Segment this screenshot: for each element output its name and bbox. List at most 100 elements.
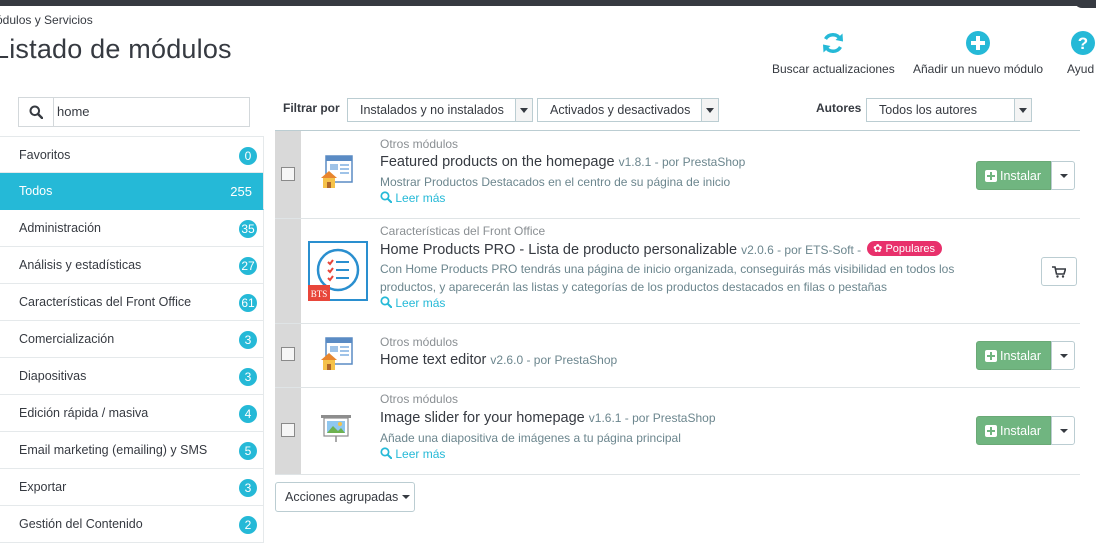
search-icon <box>380 447 393 460</box>
home-products-pro-icon: BTS <box>308 241 368 301</box>
module-checkbox[interactable] <box>281 347 295 361</box>
select-column <box>275 131 301 218</box>
module-category: Otros módulos <box>380 392 459 406</box>
module-category: Otros módulos <box>380 137 459 151</box>
category-diapositivas[interactable]: Diapositivas 3 <box>0 358 264 395</box>
read-more-link[interactable]: Leer más <box>380 191 445 205</box>
chevron-down-icon <box>701 99 718 121</box>
module-row: Otros módulos Image slider for your home… <box>275 388 1080 475</box>
category-email-marketing[interactable]: Email marketing (emailing) y SMS 5 <box>0 432 264 469</box>
module-title: Image slider for your homepage <box>380 410 585 426</box>
page-title: Listado de módulos <box>0 34 232 64</box>
install-label: Instalar <box>1000 423 1041 438</box>
module-name: Featured products on the homepage v1.8.1… <box>380 154 745 170</box>
read-more-link[interactable]: Leer más <box>380 296 445 310</box>
caret-down-icon <box>402 495 411 499</box>
category-favoritos[interactable]: Favoritos 0 <box>0 136 264 173</box>
check-updates-button[interactable]: Buscar actualizaciones <box>772 30 895 76</box>
search-icon[interactable] <box>19 98 54 126</box>
read-more-link[interactable]: Leer más <box>380 447 445 461</box>
select-column <box>275 388 301 474</box>
module-version: v1.6.1 - por PrestaShop <box>588 411 716 425</box>
module-category: Otros módulos <box>380 335 459 349</box>
category-count-badge: 35 <box>239 220 257 238</box>
text-editor-module-icon <box>321 337 353 370</box>
module-version: v1.8.1 - por PrestaShop <box>618 155 746 169</box>
category-front-office[interactable]: Características del Front Office 61 <box>0 284 264 321</box>
install-label: Instalar <box>1000 168 1041 183</box>
module-name: Home Products PRO - Lista de producto pe… <box>380 241 942 258</box>
module-checkbox[interactable] <box>281 423 295 437</box>
category-edicion-rapida[interactable]: Edición rápida / masiva 4 <box>0 395 264 432</box>
enable-status-select[interactable]: Activados y desactivados <box>537 98 719 122</box>
module-checkbox[interactable] <box>281 167 295 181</box>
plus-square-icon <box>985 169 997 182</box>
module-title: Home Products PRO - Lista de producto pe… <box>380 242 738 258</box>
buy-button[interactable] <box>1041 257 1077 286</box>
bulk-actions-label: Acciones agrupadas <box>285 490 399 504</box>
module-version: v2.0.6 - por ETS-Soft - <box>741 243 862 257</box>
category-count-badge: 3 <box>239 331 257 349</box>
category-label: Características del Front Office <box>19 295 192 309</box>
install-options-dropdown[interactable] <box>1051 416 1075 445</box>
plus-square-icon <box>985 349 997 362</box>
svg-text:?: ? <box>1078 34 1088 53</box>
filter-label: Filtrar por <box>283 101 340 115</box>
search-input[interactable] <box>57 98 242 124</box>
install-button[interactable]: Instalar <box>976 341 1051 370</box>
category-todos[interactable]: Todos 255 <box>0 173 264 210</box>
module-title: Home text editor <box>380 352 487 368</box>
check-updates-label: Buscar actualizaciones <box>772 62 895 76</box>
category-count-badge: 0 <box>239 147 257 165</box>
category-administracion[interactable]: Administración 35 <box>0 210 264 247</box>
read-more-label: Leer más <box>395 447 446 461</box>
category-label: Email marketing (emailing) y SMS <box>19 443 208 457</box>
popular-badge: ✿ Populares <box>867 241 942 256</box>
install-button[interactable]: Instalar <box>976 416 1051 445</box>
install-status-select[interactable]: Instalados y no instalados <box>347 98 533 122</box>
category-label: Exportar <box>19 480 67 494</box>
top-bar-corner <box>1074 0 1096 8</box>
install-options-dropdown[interactable] <box>1051 341 1075 370</box>
help-button[interactable]: ? Ayud <box>1067 30 1096 76</box>
category-count-badge: 5 <box>239 442 257 460</box>
category-exportar[interactable]: Exportar 3 <box>0 469 264 506</box>
module-title: Featured products on the homepage <box>380 154 615 170</box>
add-module-button[interactable]: Añadir un nuevo módulo <box>913 30 1043 76</box>
category-gestion-contenido[interactable]: Gestión del Contenido 2 <box>0 506 264 543</box>
breadcrumb[interactable]: ódulos y Servicios <box>0 13 93 27</box>
enable-status-value: Activados y desactivados <box>550 103 691 117</box>
popular-badge-label: Populares <box>885 243 935 255</box>
help-label: Ayud <box>1067 62 1095 76</box>
chevron-down-icon <box>1014 99 1031 121</box>
bulk-actions-button[interactable]: Acciones agrupadas <box>275 482 415 512</box>
module-search[interactable] <box>18 97 250 127</box>
top-bar <box>0 0 1096 6</box>
help-icon: ? <box>1071 31 1095 55</box>
chevron-down-icon <box>515 99 532 121</box>
category-analisis[interactable]: Análisis y estadísticas 27 <box>0 247 264 284</box>
cart-icon <box>1052 266 1066 278</box>
authors-select[interactable]: Todos los autores <box>866 98 1032 122</box>
plus-square-icon <box>985 424 997 437</box>
install-options-dropdown[interactable] <box>1051 161 1075 190</box>
category-label: Gestión del Contenido <box>19 517 143 531</box>
search-icon <box>380 296 393 309</box>
module-description: Con Home Products PRO tendrás una página… <box>380 262 955 294</box>
module-description: Mostrar Productos Destacados en el centr… <box>380 175 731 189</box>
module-category: Características del Front Office <box>380 224 546 238</box>
select-column <box>275 219 301 323</box>
add-module-label: Añadir un nuevo módulo <box>913 62 1044 76</box>
category-comercializacion[interactable]: Comercialización 3 <box>0 321 264 358</box>
module-row: Otros módulos Home text editor v2.6.0 - … <box>275 324 1080 388</box>
install-label: Instalar <box>1000 348 1041 363</box>
category-count-badge: 3 <box>239 479 257 497</box>
read-more-label: Leer más <box>395 296 446 310</box>
install-status-value: Instalados y no instalados <box>360 103 504 117</box>
module-description: Añade una diapositiva de imágenes a tu p… <box>380 431 681 445</box>
install-button[interactable]: Instalar <box>976 161 1051 190</box>
module-version: v2.6.0 - por PrestaShop <box>490 353 618 367</box>
plus-circle-icon <box>966 31 991 55</box>
read-more-label: Leer más <box>395 191 446 205</box>
category-count-badge: 27 <box>239 257 257 275</box>
